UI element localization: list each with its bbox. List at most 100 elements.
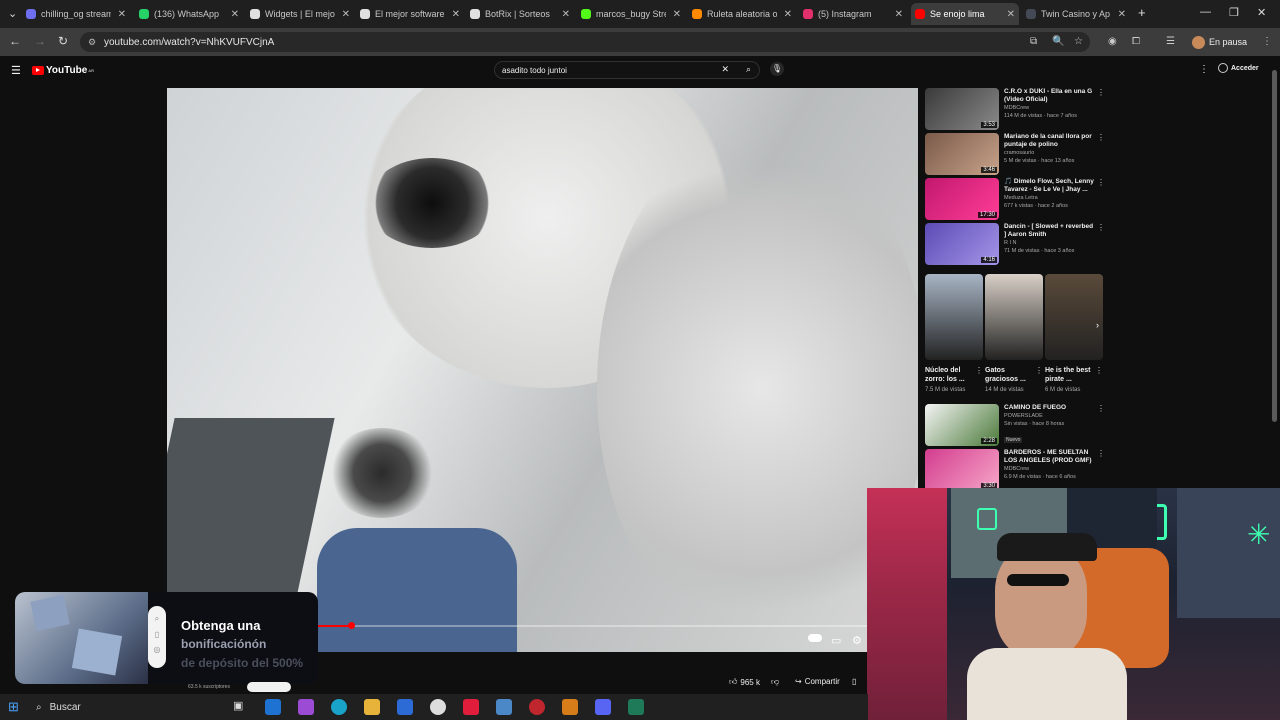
channel-name[interactable]: MDBCrew [1004, 104, 1096, 112]
video-title[interactable]: BARDEROS - ME SUELTAN LOS ANGELES (PROD … [1004, 449, 1096, 465]
forward-icon[interactable]: → [34, 34, 46, 48]
channel-name[interactable]: R I N [1004, 239, 1096, 247]
voice-search-icon[interactable]: 🎙 [770, 62, 784, 76]
related-video-item[interactable]: 3:30 BARDEROS - ME SUELTAN LOS ANGELES (P… [925, 449, 1105, 493]
video-thumbnail[interactable]: 2:28 [925, 404, 999, 446]
more-options-icon[interactable]: ⋮ [975, 366, 983, 375]
video-title[interactable]: Dancin - [ Slowed + reverbed ] Aaron Smi… [1004, 223, 1096, 239]
more-options-icon[interactable]: ⋮ [1097, 133, 1105, 142]
video-thumbnail[interactable]: 3:30 [925, 449, 999, 491]
tab-close-icon[interactable]: ✕ [673, 9, 681, 20]
minimize-icon[interactable]: — [1200, 6, 1211, 18]
subtitles-icon[interactable]: ▭ [831, 634, 841, 647]
short-thumbnail[interactable] [985, 274, 1043, 360]
share-button[interactable]: ↪ Compartir [795, 677, 840, 686]
tab-5[interactable]: marcos_bugy Stre ✕ [577, 3, 685, 25]
task-view-icon[interactable]: ▣ [233, 699, 249, 715]
close-window-icon[interactable]: ✕ [1257, 6, 1266, 19]
save-button[interactable]: ▯ [852, 677, 856, 686]
app-icon[interactable] [496, 699, 512, 715]
video-thumbnail[interactable]: 3:46 [925, 133, 999, 175]
profile-button[interactable]: En pausa [1192, 34, 1247, 50]
related-video-item[interactable]: 17:30 🎵 Dimelo Flow, Sech, Lenny Tavarez … [925, 178, 1105, 222]
settings-gear-icon[interactable]: ⚙ [852, 634, 862, 647]
streamlabs-icon[interactable] [562, 699, 578, 715]
video-title[interactable]: CAMINO DE FUEGO [1004, 404, 1096, 412]
puzzle-icon[interactable]: ⧠ [1132, 36, 1140, 47]
video-thumbnail[interactable]: 17:30 [925, 178, 999, 220]
shorts-next-icon[interactable]: › [1096, 320, 1099, 330]
reload-icon[interactable]: ↻ [58, 34, 68, 48]
opera-icon[interactable] [463, 699, 479, 715]
search-icon[interactable]: ⌕ [746, 64, 751, 75]
outlook-icon[interactable] [397, 699, 413, 715]
short-title[interactable]: He is the best pirate ... [1045, 366, 1091, 384]
tab-7[interactable]: (5) Instagram ✕ [799, 3, 907, 25]
short-thumbnail[interactable] [1045, 274, 1103, 360]
page-scrollbar[interactable] [1272, 70, 1277, 422]
short-title[interactable]: Gatos graciosos ... [985, 366, 1031, 384]
extension-icon[interactable]: ◉ [1108, 36, 1117, 47]
video-thumbnail[interactable]: 4:16 [925, 223, 999, 265]
autoplay-toggle[interactable] [808, 634, 822, 642]
bookmark-star-icon[interactable]: ☆ [1074, 36, 1083, 47]
related-video-item[interactable]: 3:53 C.R.O x DUKI - Ella en una G (Video … [925, 88, 1105, 132]
clear-search-icon[interactable]: ✕ [721, 64, 729, 75]
obs-icon[interactable] [529, 699, 545, 715]
short-thumbnail[interactable] [925, 274, 983, 360]
tab-search-icon[interactable]: ⌄ [8, 7, 17, 20]
video-title[interactable]: 🎵 Dimelo Flow, Sech, Lenny Tavarez - Se … [1004, 178, 1096, 194]
more-options-icon[interactable]: ⋮ [1097, 178, 1105, 187]
subscribe-button[interactable] [247, 682, 291, 692]
settings-menu-icon[interactable]: ⋮ [1199, 64, 1209, 75]
url-field[interactable]: ⚙ youtube.com/watch?v=NhKVUFVCjnA [80, 32, 1090, 52]
edge-icon[interactable] [331, 699, 347, 715]
tab-2[interactable]: Widgets | El mejor ✕ [246, 3, 354, 25]
short-title[interactable]: Núcleo del zorro: los ... [925, 366, 971, 384]
video-player[interactable] [167, 88, 918, 652]
discord-icon[interactable] [595, 699, 611, 715]
taskbar-search[interactable]: ⌕ Buscar [36, 699, 216, 715]
tab-8[interactable]: Se enojo lima ✕ [911, 3, 1019, 25]
more-options-icon[interactable]: ⋮ [1097, 404, 1105, 413]
tab-close-icon[interactable]: ✕ [1007, 9, 1015, 20]
related-video-item[interactable]: 4:16 Dancin - [ Slowed + reverbed ] Aaron… [925, 223, 1105, 267]
tab-0[interactable]: chilling_og stream ✕ [22, 3, 130, 25]
tab-6[interactable]: Ruleta aleatoria o ✕ [688, 3, 796, 25]
more-options-icon[interactable]: ⋮ [1097, 449, 1105, 458]
more-options-icon[interactable]: ⋮ [1097, 223, 1105, 232]
tab-close-icon[interactable]: ✕ [784, 9, 792, 20]
channel-name[interactable]: POWERSLADE [1004, 412, 1096, 420]
youtube-logo[interactable]: YouTube AR [32, 65, 94, 76]
chrome-icon[interactable] [430, 699, 446, 715]
tab-3[interactable]: El mejor software ✕ [356, 3, 464, 25]
tab-close-icon[interactable]: ✕ [231, 9, 239, 20]
signin-button[interactable]: Acceder [1218, 63, 1259, 73]
tab-close-icon[interactable]: ✕ [452, 9, 460, 20]
new-tab-icon[interactable]: + [1138, 5, 1146, 20]
browser-menu-icon[interactable]: ⋮ [1262, 36, 1272, 47]
channel-name[interactable]: Meduza Letra [1004, 194, 1096, 202]
more-options-icon[interactable]: ⋮ [1095, 366, 1103, 375]
progress-handle[interactable] [348, 622, 355, 629]
tab-close-icon[interactable]: ✕ [562, 9, 570, 20]
search-input[interactable]: asadito todo juntoi ✕ ⌕ [494, 61, 760, 79]
more-options-icon[interactable]: ⋮ [1035, 366, 1043, 375]
tab-4[interactable]: BotRix | Sorteos ✕ [466, 3, 574, 25]
back-icon[interactable]: ← [9, 34, 21, 48]
tab-1[interactable]: (136) WhatsApp ✕ [135, 3, 243, 25]
hamburger-menu-icon[interactable]: ☰ [11, 64, 21, 77]
casino-ad-overlay[interactable]: ⌕ ▯ ◎ Obtenga una bonificaciónón de depó… [15, 592, 318, 684]
site-info-icon[interactable]: ⚙ [88, 37, 96, 48]
store-icon[interactable] [265, 699, 281, 715]
related-video-item[interactable]: 3:46 Mariano de la canal llora por puntaj… [925, 133, 1105, 177]
channel-name[interactable]: cramosaurio [1004, 149, 1096, 157]
file-explorer-icon[interactable] [364, 699, 380, 715]
related-video-item[interactable]: 2:28 CAMINO DE FUEGO POWERSLADE Sin vistas … [925, 404, 1105, 448]
restore-icon[interactable]: ❐ [1229, 6, 1239, 19]
tab-close-icon[interactable]: ✕ [118, 9, 126, 20]
copilot-icon[interactable] [298, 699, 314, 715]
tab-close-icon[interactable]: ✕ [895, 9, 903, 20]
game-icon[interactable] [628, 699, 644, 715]
video-progress-bar[interactable] [318, 622, 868, 629]
